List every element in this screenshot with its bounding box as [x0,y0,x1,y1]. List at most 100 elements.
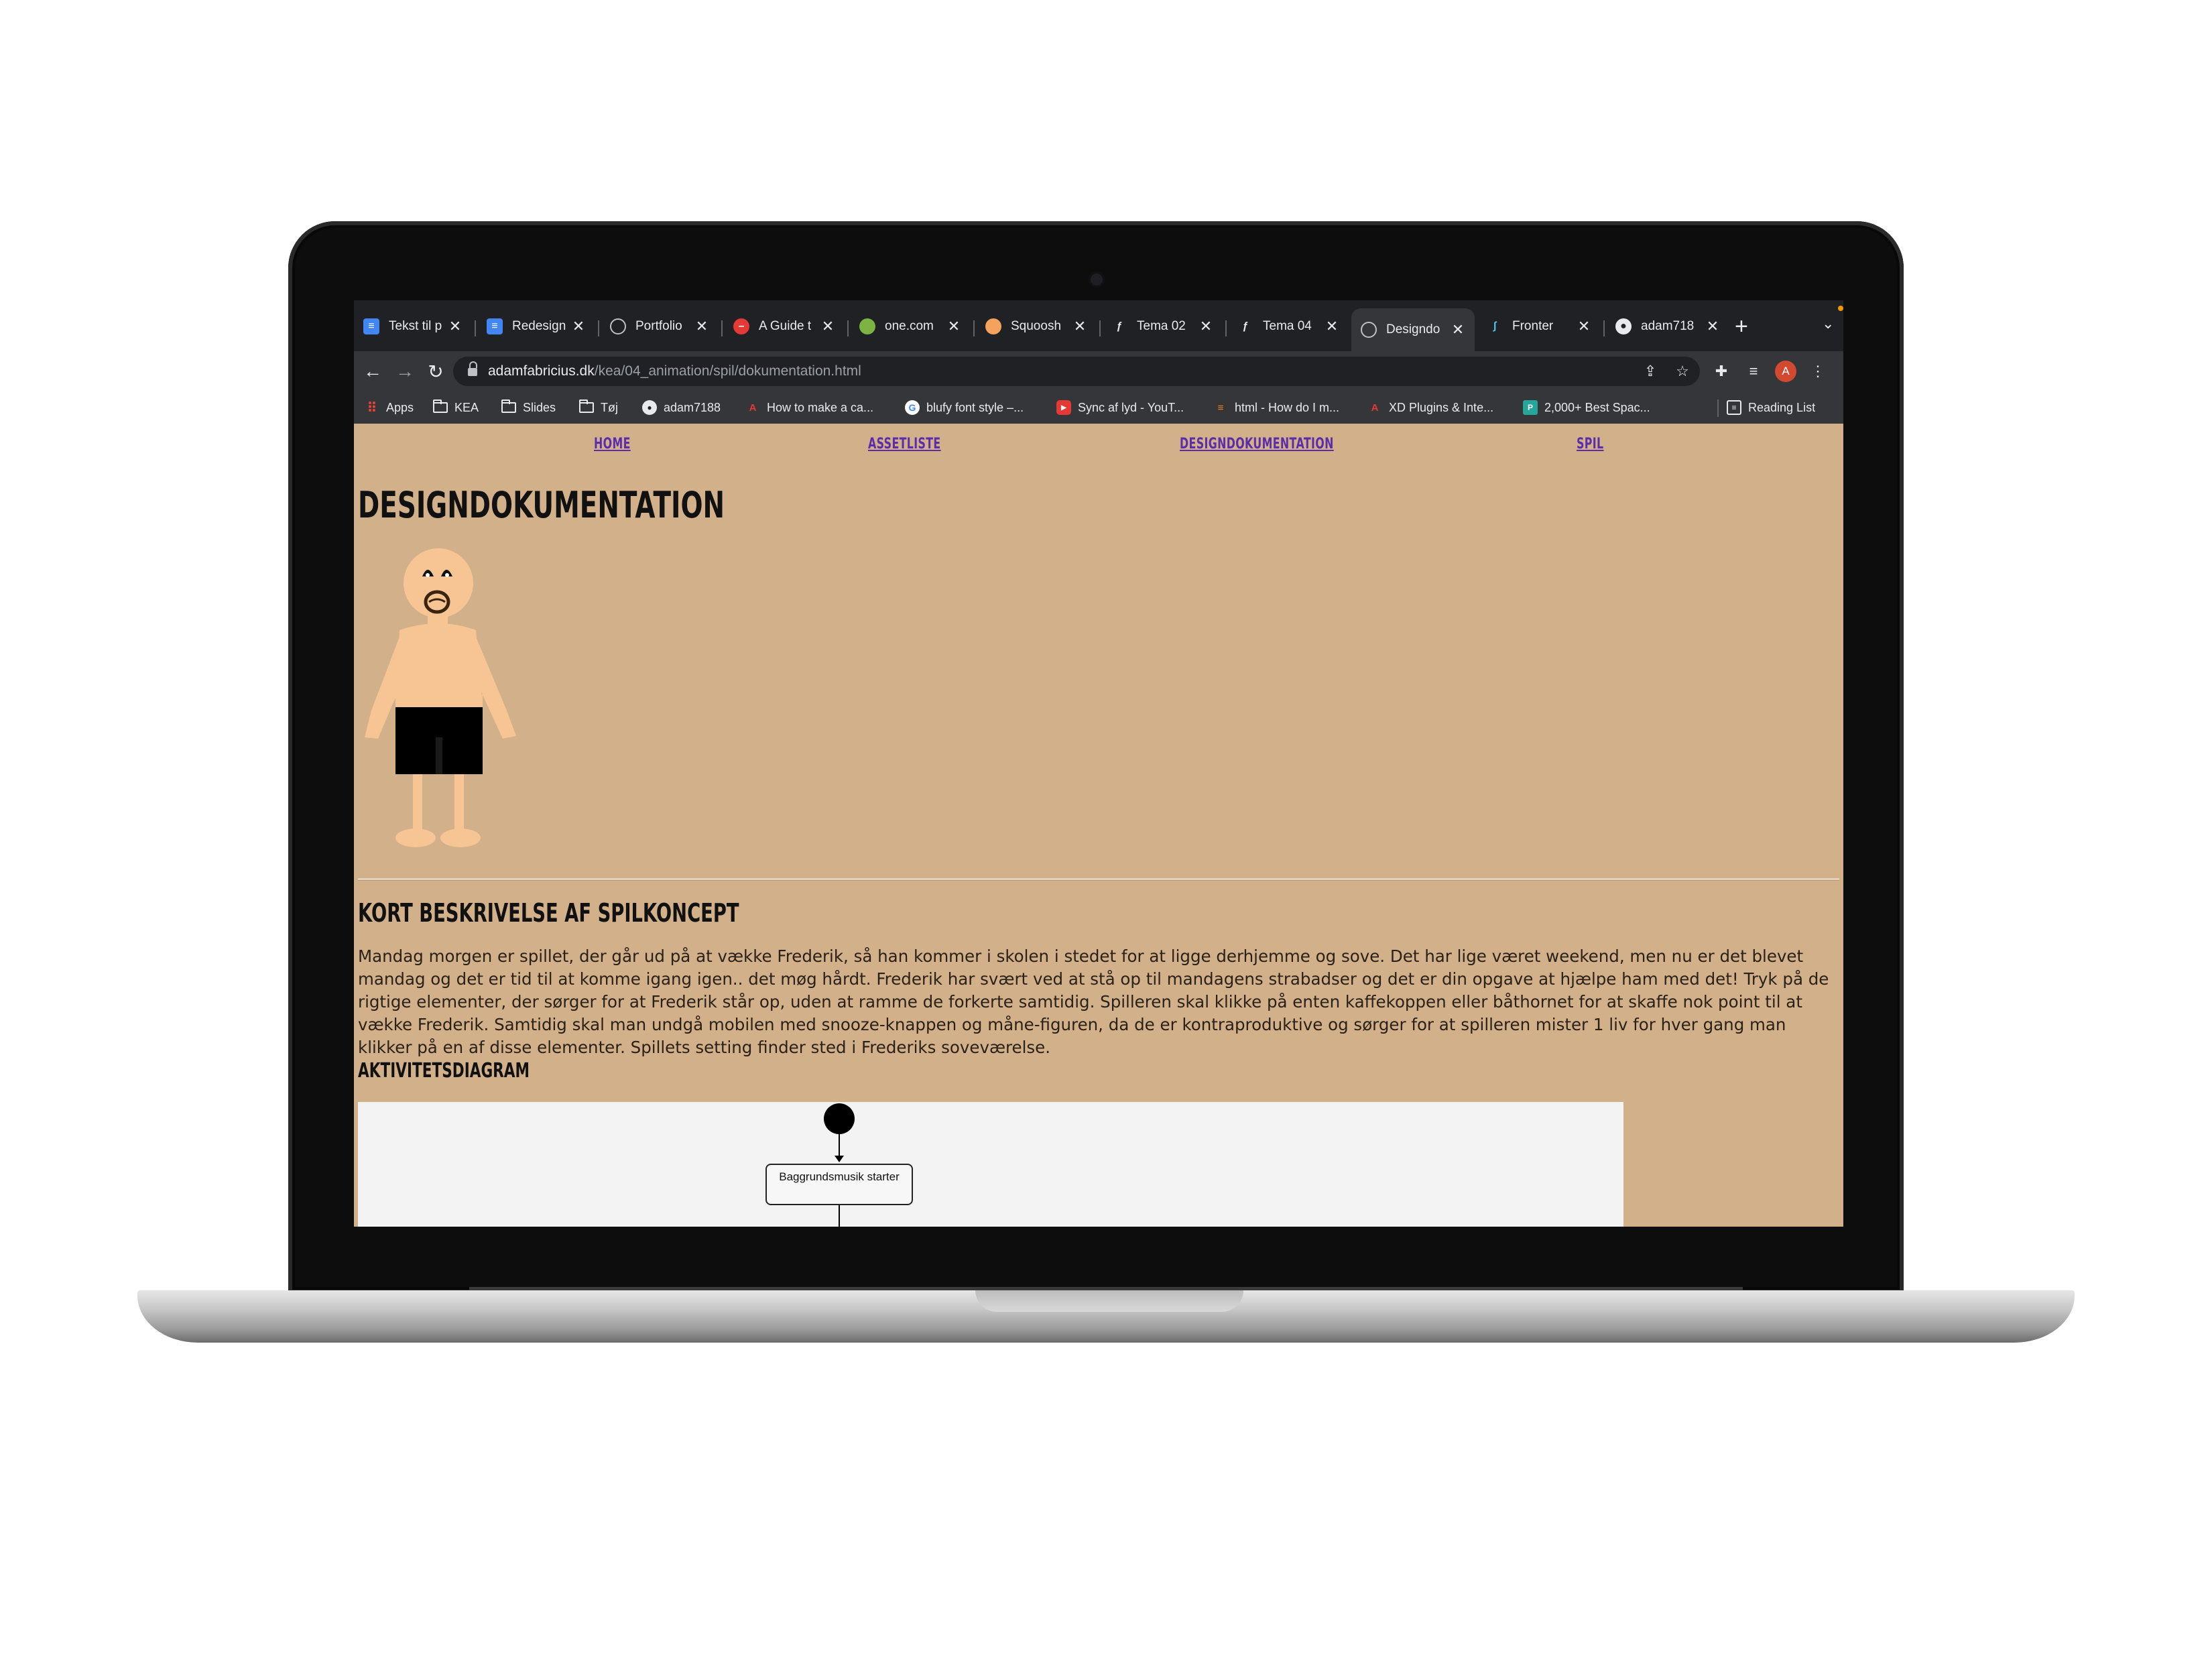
section-heading-aktivitetsdiagram: AKTIVITETSDIAGRAM [358,1059,530,1083]
folder-icon [579,400,594,415]
fronter-icon: ʃ [1493,320,1497,332]
youtube-icon: ▶ [1056,400,1071,415]
close-icon[interactable]: ✕ [692,316,712,336]
adobe-icon: A [1371,402,1379,414]
media-control-icon[interactable]: ≡ [1741,359,1766,383]
close-icon[interactable]: ✕ [1196,316,1216,336]
squoosh-icon [985,318,1001,334]
site-nav: HOME ASSETLISTE DESIGNDOKUMENTATION SPIL [354,436,1843,463]
figma-icon: ƒ [1242,320,1249,332]
nav-link-designdokumentation[interactable]: DESIGNDOKUMENTATION [1180,436,1334,452]
game-concept-paragraph: Mandag morgen er spillet, der går ud på … [358,946,1829,1057]
bookmarks-separator [1717,400,1719,417]
close-icon[interactable]: ✕ [1322,316,1342,336]
tab-separator [1603,320,1605,336]
globe-icon [1361,322,1377,338]
bookmark-photos[interactable]: P 2,000+ Best Spac... [1523,398,1650,417]
tab-strip: ≡ Tekst til p ✕ ≡ Redesign ✕ Portfolio ✕… [354,300,1843,351]
diagram-activity-box: Baggrundsmusik starter [765,1164,913,1205]
bookmark-github[interactable]: ● adam7188 [642,398,721,417]
diagram-arrowhead [835,1156,844,1162]
close-icon[interactable]: ✕ [1703,316,1723,336]
docs-icon: ≡ [363,318,379,334]
bookmark-stackoverflow[interactable]: ≡ html - How do I m... [1213,398,1339,417]
bookmark-slides[interactable]: Slides [501,398,556,417]
photo-icon: P [1523,400,1538,415]
profile-avatar[interactable]: A [1775,361,1796,382]
bookmarks-bar: ⠿ Apps KEA Slides Tøj ● adam7188 A How t… [354,391,1843,424]
close-icon[interactable]: ✕ [1574,316,1594,336]
onecom-icon [859,318,875,334]
page-title: DESIGNDOKUMENTATION [358,484,725,526]
browser-tab[interactable]: ƒ Tema 04 ✕ [1228,310,1349,343]
forward-arrow-icon[interactable]: → [393,359,417,383]
tab-search-chevron-icon[interactable]: ⌄ [1822,315,1834,332]
tab-separator [475,320,476,336]
close-icon[interactable]: ✕ [568,316,589,336]
close-icon[interactable]: ✕ [818,316,838,336]
close-icon[interactable]: ✕ [1070,316,1090,336]
bookmark-star-icon[interactable]: ☆ [1672,361,1693,382]
browser-tab[interactable]: Squoosh ✕ [976,310,1097,343]
reading-list-icon: ≡ [1727,400,1741,415]
diagram-connector [839,1205,840,1227]
activity-diagram: Baggrundsmusik starter [358,1102,1623,1227]
extensions-puzzle-icon[interactable]: ✚ [1709,359,1733,383]
stackoverflow-icon: ≡ [1217,402,1224,414]
recording-indicator-icon [1838,306,1843,311]
bookmark-kea[interactable]: KEA [433,398,479,417]
bookmark-youtube[interactable]: ▶ Sync af lyd - YouT... [1056,398,1184,417]
bookmark-adobe-howto[interactable]: A How to make a ca... [745,398,874,417]
docs-icon: ≡ [487,318,503,334]
tab-separator [973,320,975,336]
close-icon[interactable]: ✕ [944,316,964,336]
github-icon: ● [642,400,657,415]
browser-tab[interactable]: ʃ Fronter ✕ [1477,310,1601,343]
nav-link-assetliste[interactable]: ASSETLISTE [868,436,941,452]
address-bar[interactable]: adamfabricius.dk/kea/04_animation/spil/d… [453,357,1700,386]
tab-separator [598,320,599,336]
browser-tab[interactable]: – A Guide t ✕ [724,310,845,343]
tab-separator [721,320,723,336]
nav-link-spil[interactable]: SPIL [1577,436,1603,452]
back-arrow-icon[interactable]: ← [361,359,385,383]
close-icon[interactable]: ✕ [445,316,465,336]
bookmark-google[interactable]: G blufy font style –... [905,398,1024,417]
browser-tab[interactable]: ≡ Redesign ✕ [477,310,595,343]
reload-icon[interactable]: ↻ [424,359,448,383]
bookmark-xd-plugins[interactable]: A XD Plugins & Inte... [1367,398,1494,417]
web-page: HOME ASSETLISTE DESIGNDOKUMENTATION SPIL… [354,424,1843,1227]
browser-tab[interactable]: Portfolio ✕ [601,310,719,343]
globe-icon [610,318,626,334]
lock-icon [468,361,477,377]
tab-separator [1225,320,1227,336]
bookmark-toej[interactable]: Tøj [579,398,618,417]
browser-tab[interactable]: ● adam718 ✕ [1606,310,1729,343]
close-icon[interactable]: ✕ [1448,320,1468,340]
apps-grid-icon: ⠿ [367,400,377,416]
laptop-screen: ≡ Tekst til p ✕ ≡ Redesign ✕ Portfolio ✕… [354,300,1843,1227]
browser-tab-active[interactable]: Designdo ✕ [1351,308,1475,351]
browser-tab[interactable]: one.com ✕ [850,310,971,343]
github-icon: ● [1615,318,1632,334]
share-icon[interactable]: ⇪ [1640,361,1661,382]
section-divider [358,878,1839,881]
laptop-notch [975,1290,1243,1312]
frederik-character-illustration [365,548,516,847]
browser-tab[interactable]: ≡ Tekst til p ✕ [354,310,472,343]
folder-icon [433,400,448,415]
kebab-menu-icon[interactable]: ⋮ [1806,359,1830,383]
browser-tab[interactable]: ƒ Tema 02 ✕ [1102,310,1223,343]
browser-toolbar: ← → ↻ adamfabricius.dk/kea/04_animation/… [354,351,1843,391]
bookmark-apps[interactable]: ⠿ Apps [365,398,414,417]
google-icon: G [905,400,920,415]
nav-link-home[interactable]: HOME [594,436,631,452]
section-heading-spilkoncept: KORT BESKRIVELSE AF SPILKONCEPT [358,898,739,928]
block-icon: – [733,318,749,334]
adobe-icon: A [749,402,757,414]
new-tab-button[interactable]: + [1735,314,1748,340]
folder-icon [501,400,516,415]
tab-separator [847,320,849,336]
diagram-start-node [824,1103,855,1134]
reading-list-button[interactable]: ≡ Reading List [1727,398,1815,417]
